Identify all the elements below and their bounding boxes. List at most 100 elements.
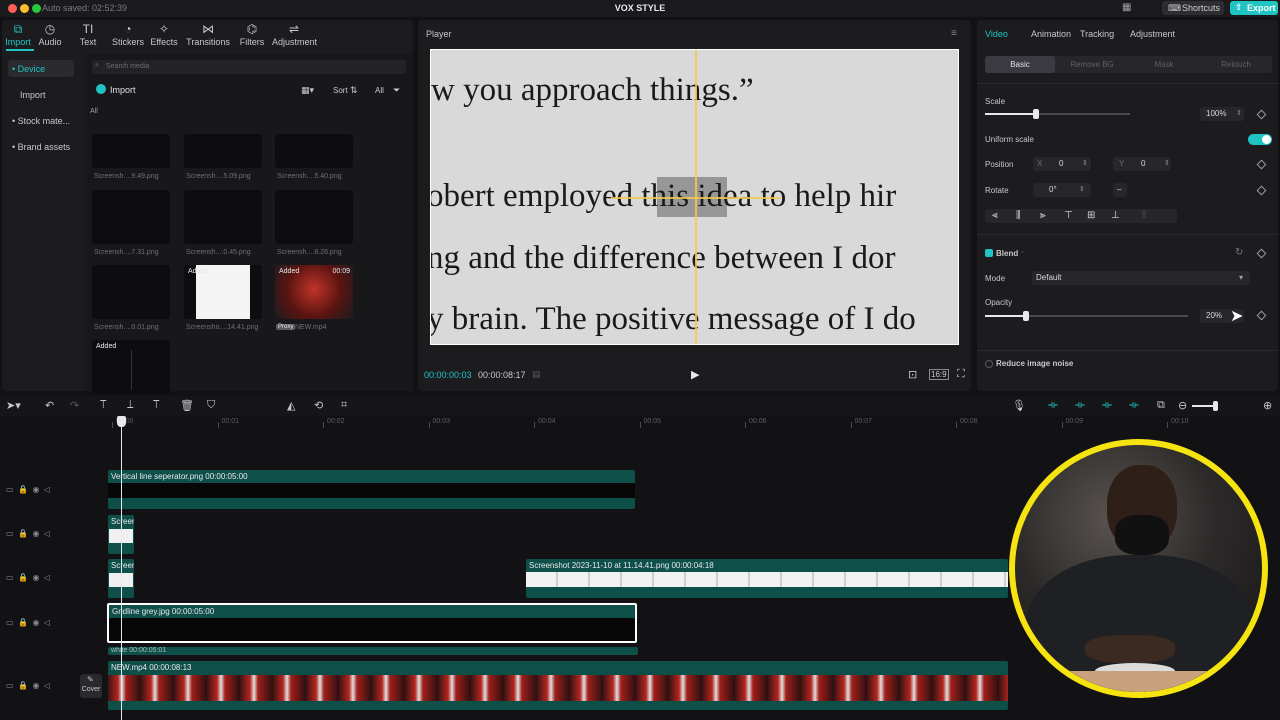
audio-icon[interactable]: ◁	[44, 529, 50, 538]
filter-icon[interactable]: ⏷	[393, 85, 400, 96]
align-bottom-icon[interactable]: ⊥	[1111, 210, 1120, 221]
tab-video[interactable]: Video	[985, 29, 1008, 39]
aspect-ratio-button[interactable]: 16:9	[929, 369, 949, 380]
clip-vertical-line[interactable]: Vertical line seperator.png 00:00:05:00	[108, 470, 635, 509]
playhead-line[interactable]	[121, 418, 122, 720]
snap-link-icon[interactable]: ⟛	[1075, 399, 1085, 412]
blend-checkbox[interactable]	[985, 249, 993, 257]
eye-icon[interactable]: ◉	[32, 573, 39, 582]
clip-gridline-selected[interactable]: Gridline grey.jpg 00:00:05:00	[107, 603, 637, 643]
position-x-stepper[interactable]: ⇕	[1082, 159, 1088, 167]
zoom-slider-thumb[interactable]	[1213, 401, 1218, 411]
track-expand-icon[interactable]: ▭	[6, 681, 14, 690]
media-thumbnail[interactable]	[92, 190, 170, 244]
subtab-retouch[interactable]: Retouch	[1201, 56, 1271, 73]
play-button[interactable]: ▶	[691, 368, 699, 381]
reset-icon[interactable]: ↻	[1235, 247, 1243, 258]
tab-tracking[interactable]: Tracking	[1080, 29, 1114, 39]
position-y-stepper[interactable]: ⇕	[1164, 159, 1170, 167]
subtab-remove-bg[interactable]: Remove BG	[1057, 56, 1127, 73]
blend-mode-select[interactable]: Default	[1032, 271, 1250, 285]
eye-icon[interactable]: ◉	[32, 618, 39, 627]
keyframe-blend-icon[interactable]	[1256, 248, 1267, 259]
track-expand-icon[interactable]: ▭	[6, 618, 14, 627]
media-thumbnail[interactable]	[92, 265, 170, 319]
track-expand-icon[interactable]: ▭	[6, 573, 14, 582]
keyframe-scale-icon[interactable]	[1256, 109, 1267, 120]
rotate-icon[interactable]: ⟲	[314, 399, 323, 412]
sidebar-item-stock[interactable]: • Stock mate...	[8, 112, 74, 129]
split-left-icon[interactable]: ⟘	[127, 399, 134, 412]
toolbar-adjustment[interactable]: ⇌ Adjustment	[272, 22, 317, 47]
subtab-mask[interactable]: Mask	[1129, 56, 1199, 73]
tab-animation[interactable]: Animation	[1031, 29, 1071, 39]
media-thumbnail[interactable]: Added	[92, 340, 170, 394]
lock-icon[interactable]: 🔒	[18, 529, 28, 538]
clip-screenshot[interactable]: Screenshot 2023-11-10 at 11.14.41.png 00…	[526, 559, 1008, 598]
zoom-in-icon[interactable]: ⊕	[1263, 399, 1272, 412]
align-right-icon[interactable]: ⫸	[1040, 210, 1046, 221]
timeline-ruler[interactable]: 00:0000:0100:0200:0300:0400:0500:0600:07…	[108, 418, 1280, 430]
playhead-handle[interactable]	[117, 416, 126, 427]
cover-button[interactable]: ✎ Cover	[80, 674, 102, 698]
menu-icon[interactable]: ≡	[951, 28, 957, 39]
snap-preview-icon[interactable]: ⟛	[1102, 399, 1112, 412]
noise-checkbox[interactable]	[985, 360, 993, 368]
undo-icon[interactable]: ↶	[45, 399, 54, 412]
lock-icon[interactable]: 🔒	[18, 485, 28, 494]
view-mode-icon[interactable]: ▦▾	[301, 85, 314, 96]
audio-icon[interactable]: ◁	[44, 681, 50, 690]
media-thumbnail[interactable]: Added 00:09	[275, 265, 353, 319]
align-middle-icon[interactable]: ⊞	[1087, 210, 1095, 221]
import-media-button[interactable]: Import	[110, 85, 136, 95]
uniform-scale-toggle[interactable]	[1248, 134, 1272, 145]
media-thumbnail[interactable]	[275, 134, 353, 168]
align-left-icon[interactable]: ⫷	[992, 210, 998, 221]
scale-stepper[interactable]: ⇕	[1236, 109, 1242, 117]
snap-split-icon[interactable]: ⟛	[1129, 399, 1139, 412]
track-expand-icon[interactable]: ▭	[6, 485, 14, 494]
align-top-icon[interactable]: ⊤	[1064, 210, 1073, 221]
toolbar-filters[interactable]: ⌬ Filters	[230, 22, 274, 47]
sidebar-item-device[interactable]: • Device	[8, 60, 74, 77]
align-center-icon[interactable]: ⫼	[1016, 210, 1021, 221]
toolbar-effects[interactable]: ✧ Effects	[142, 22, 186, 47]
media-thumbnail[interactable]	[92, 134, 170, 168]
shortcuts-button[interactable]: ⌨ Shortcuts	[1162, 1, 1224, 15]
media-thumbnail[interactable]	[184, 190, 262, 244]
lock-icon[interactable]: 🔒	[18, 681, 28, 690]
rotate-reset-button[interactable]: –	[1113, 183, 1127, 197]
eye-icon[interactable]: ◉	[32, 529, 39, 538]
toolbar-text[interactable]: TI Text	[66, 22, 110, 47]
clip-main-video[interactable]: NEW.mp4 00:00:08:13	[108, 661, 1008, 710]
fullscreen-icon[interactable]: ⛶	[957, 368, 965, 381]
delete-icon[interactable]: 🗑	[180, 399, 194, 412]
select-tool-icon[interactable]: ➤▾	[6, 399, 21, 412]
keyframe-rotate-icon[interactable]	[1256, 185, 1267, 196]
position-y-input[interactable]: Y 0	[1113, 157, 1171, 171]
lock-icon[interactable]: 🔒	[18, 573, 28, 582]
timeline-mode-icon[interactable]: ▤	[532, 369, 541, 380]
audio-icon[interactable]: ◁	[44, 573, 50, 582]
preview-canvas[interactable]: w you approach things.” obert employed t…	[430, 49, 959, 345]
lock-icon[interactable]: 🔒	[18, 618, 28, 627]
filter-all-button[interactable]: All	[375, 86, 384, 95]
toolbar-transitions[interactable]: ⋈ Transitions	[186, 22, 230, 47]
track-expand-icon[interactable]: ▭	[6, 529, 14, 538]
fit-screen-icon[interactable]: ⊡	[908, 368, 917, 381]
sidebar-item-brand-assets[interactable]: • Brand assets	[8, 138, 74, 155]
media-thumbnail[interactable]	[184, 134, 262, 168]
media-search-input[interactable]: Search media	[92, 60, 406, 74]
preview-axis-icon[interactable]: ⧉	[1157, 399, 1165, 412]
keyframe-opacity-icon[interactable]	[1256, 310, 1267, 321]
export-button[interactable]: ⇪ Export	[1230, 1, 1278, 15]
clip-white[interactable]: white 00:00:05:01	[108, 647, 638, 655]
split-right-icon[interactable]: ⟙	[153, 399, 160, 412]
eye-icon[interactable]: ◉	[32, 681, 39, 690]
media-thumbnail[interactable]	[275, 190, 353, 244]
snap-main-icon[interactable]: ⟛	[1048, 399, 1058, 412]
shield-icon[interactable]: ⛉	[207, 399, 215, 412]
scale-slider-thumb[interactable]	[1032, 109, 1039, 119]
audio-icon[interactable]: ◁	[44, 485, 50, 494]
mirror-icon[interactable]: ◭	[287, 399, 295, 412]
